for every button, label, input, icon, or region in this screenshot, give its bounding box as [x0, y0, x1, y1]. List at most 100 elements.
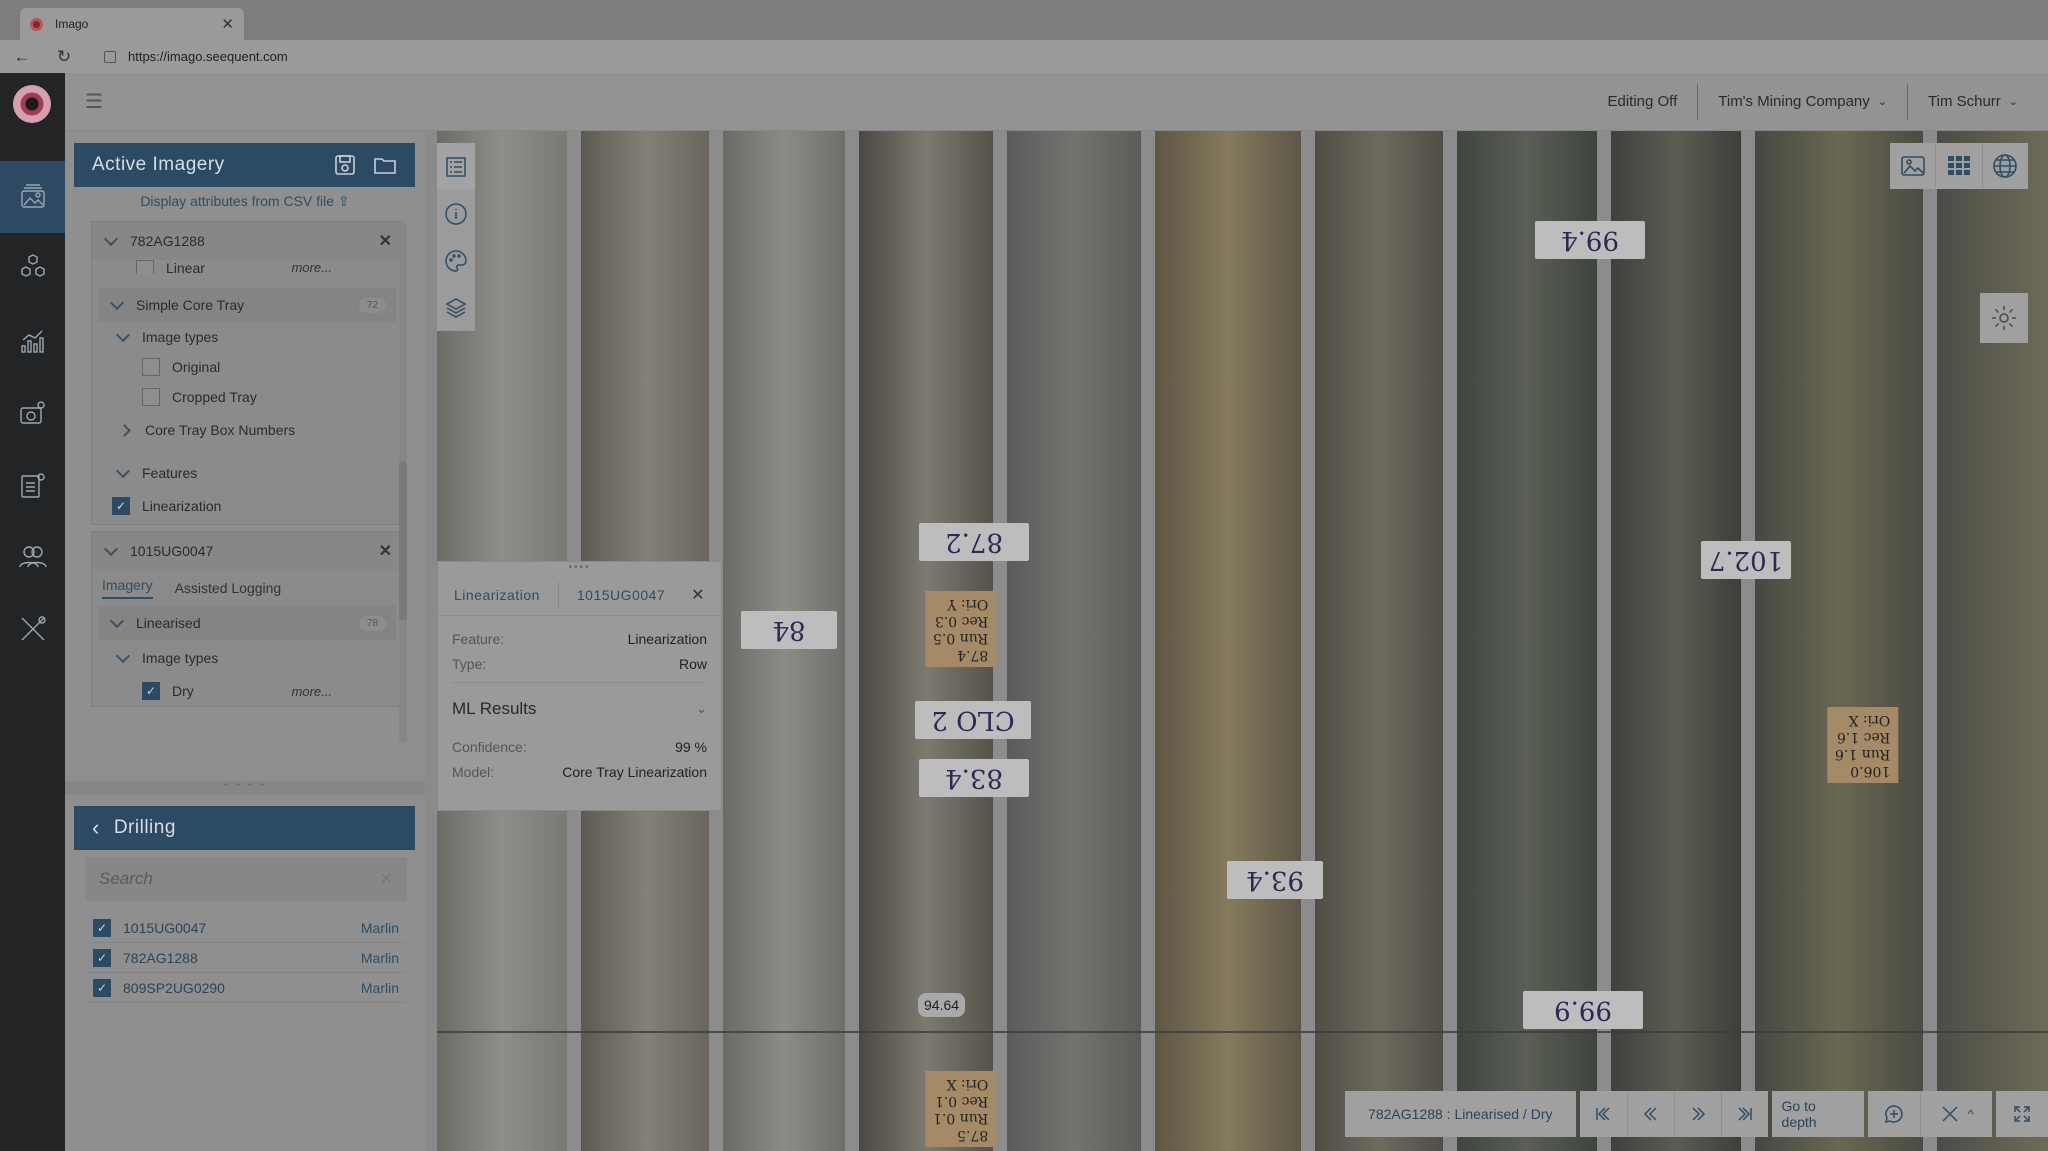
- hole-group-header[interactable]: 1015UG0047 ✕: [92, 532, 402, 570]
- ml-results-toggle[interactable]: ML Results ⌄: [452, 682, 707, 734]
- annotation-buttons: ^: [1868, 1091, 1993, 1137]
- rail-imagery[interactable]: [0, 161, 65, 233]
- next-image-button[interactable]: [1673, 1091, 1721, 1137]
- tree-scrollbar-thumb[interactable]: [399, 461, 407, 621]
- 3d-view-button[interactable]: [1981, 143, 2028, 189]
- image-type-dry[interactable]: ✓ Dry more...: [92, 676, 402, 706]
- tools-menu-button[interactable]: ^: [1920, 1091, 1993, 1137]
- chevron-down-icon: ⌄: [1877, 96, 1887, 108]
- user-dropdown[interactable]: Tim Schurr ⌄: [1907, 83, 2038, 120]
- confidence-value: 99 %: [675, 738, 707, 755]
- image-type-original[interactable]: Original: [92, 352, 402, 382]
- style-tool[interactable]: [437, 237, 475, 284]
- panel-splitter-handle[interactable]: ⌃⌃⌃⌃: [65, 781, 425, 795]
- depth-marker[interactable]: 94.64: [918, 993, 966, 1017]
- previous-image-button[interactable]: [1626, 1091, 1674, 1137]
- model-value: Core Tray Linearization: [562, 763, 707, 780]
- editing-toggle[interactable]: Editing Off: [1587, 84, 1697, 120]
- drillhole-row[interactable]: ✓ 1015UG0047 Marlin: [85, 913, 407, 943]
- layers-tool[interactable]: [437, 284, 475, 331]
- single-image-view-button[interactable]: [1890, 143, 1935, 189]
- info-icon: [445, 202, 467, 225]
- checkbox-checked[interactable]: ✓: [93, 978, 111, 997]
- gear-icon: [1992, 306, 2016, 330]
- remove-hole-icon[interactable]: ✕: [379, 541, 392, 561]
- clear-search-icon[interactable]: ✕: [380, 869, 393, 889]
- chevron-right-icon: [118, 423, 131, 437]
- first-image-button[interactable]: [1579, 1091, 1627, 1137]
- more-link[interactable]: more...: [292, 260, 332, 274]
- chevron-left-icon[interactable]: ‹: [92, 815, 100, 841]
- save-icon[interactable]: [333, 153, 357, 177]
- company-dropdown[interactable]: Tim's Mining Company ⌄: [1697, 83, 1907, 120]
- remove-hole-icon[interactable]: ✕: [379, 231, 392, 251]
- image-types-toggle[interactable]: Image types: [92, 322, 402, 352]
- rail-tools[interactable]: [0, 593, 65, 665]
- grid-icon: [1947, 156, 1970, 175]
- tab-assisted-logging[interactable]: Assisted Logging: [175, 580, 282, 596]
- imago-logo[interactable]: [13, 85, 51, 123]
- fullscreen-button[interactable]: [1996, 1091, 2048, 1137]
- rail-analytics[interactable]: [0, 305, 65, 377]
- drilling-search-input[interactable]: Search ✕: [85, 857, 407, 901]
- url-field[interactable]: https://imago.seequent.com: [128, 49, 288, 64]
- more-link[interactable]: more...: [292, 684, 332, 699]
- rail-camera-settings[interactable]: [0, 377, 65, 449]
- imagery-icon: [20, 184, 45, 208]
- grid-view-button[interactable]: [1935, 143, 1981, 189]
- image-types-toggle[interactable]: Image types: [92, 640, 402, 676]
- image-type-row[interactable]: Linear more...: [92, 260, 402, 274]
- checkbox-checked[interactable]: ✓: [93, 948, 111, 967]
- rail-users[interactable]: [0, 521, 65, 593]
- checkbox[interactable]: [142, 358, 160, 376]
- checkbox-checked[interactable]: ✓: [93, 918, 111, 937]
- imagery-set-header[interactable]: Linearised 78: [98, 606, 396, 640]
- drillhole-row[interactable]: ✓ 809SP2UG0290 Marlin: [85, 973, 407, 1003]
- checkbox-checked[interactable]: ✓: [112, 497, 130, 515]
- panel-title: Active Imagery: [92, 154, 225, 175]
- drilling-header[interactable]: ‹ Drilling: [74, 806, 415, 850]
- folder-icon[interactable]: [373, 153, 397, 177]
- close-icon[interactable]: ✕: [691, 585, 705, 605]
- chevron-down-icon: [103, 231, 119, 246]
- popup-tab-feature[interactable]: Linearization: [454, 587, 540, 603]
- depth-label: 99.4: [1535, 221, 1645, 259]
- tray-divider: [1923, 131, 1937, 1151]
- checkbox[interactable]: [136, 260, 154, 274]
- core-tray-box-numbers-toggle[interactable]: Core Tray Box Numbers: [92, 412, 402, 448]
- checkbox[interactable]: [142, 388, 160, 406]
- fast-forward-icon: [1692, 1107, 1705, 1121]
- popup-tab-hole[interactable]: 1015UG0047: [577, 587, 665, 603]
- checkbox-checked[interactable]: ✓: [142, 682, 160, 700]
- tab-imagery[interactable]: Imagery: [102, 577, 153, 599]
- csv-attributes-link[interactable]: Display attributes from CSV file ⇪: [65, 193, 425, 210]
- back-icon[interactable]: ←: [12, 47, 32, 67]
- hole-group-header[interactable]: 782AG1288 ✕: [92, 222, 402, 260]
- depth-cursor-line[interactable]: [437, 1031, 2048, 1033]
- depth-label: CLO 2: [915, 701, 1031, 739]
- go-to-depth-button[interactable]: Go to depth: [1771, 1091, 1865, 1137]
- features-toggle[interactable]: Features: [92, 458, 402, 488]
- rail-document-settings[interactable]: [0, 449, 65, 521]
- hamburger-menu-icon[interactable]: ☰: [85, 89, 103, 114]
- popup-tabs: Linearization 1015UG0047 ✕: [438, 574, 721, 616]
- image-type-cropped-tray[interactable]: Cropped Tray: [92, 382, 402, 412]
- feature-linearization[interactable]: ✓ Linearization: [92, 488, 402, 524]
- divider: [557, 581, 559, 608]
- run-block-label: 106.0 Run 1.6 Rec 1.6 Ori: X: [1827, 707, 1899, 783]
- add-comment-button[interactable]: [1868, 1091, 1921, 1137]
- browser-tab[interactable]: Imago ✕: [20, 8, 244, 40]
- viewer-settings-button[interactable]: [1980, 293, 2028, 343]
- analytics-icon: [20, 330, 44, 353]
- last-image-button[interactable]: [1720, 1091, 1768, 1137]
- info-tool[interactable]: [437, 190, 475, 237]
- legend-tool[interactable]: [437, 143, 475, 190]
- navigation-buttons: [1579, 1091, 1768, 1137]
- drillhole-row[interactable]: ✓ 782AG1288 Marlin: [85, 943, 407, 973]
- close-tab-icon[interactable]: ✕: [221, 15, 234, 33]
- section-label: Image types: [142, 650, 219, 666]
- reload-icon[interactable]: ↻: [54, 47, 74, 67]
- imagery-set-header[interactable]: Simple Core Tray 72: [98, 288, 396, 322]
- drag-handle[interactable]: ••••: [438, 562, 721, 574]
- rail-blocks[interactable]: [0, 233, 65, 305]
